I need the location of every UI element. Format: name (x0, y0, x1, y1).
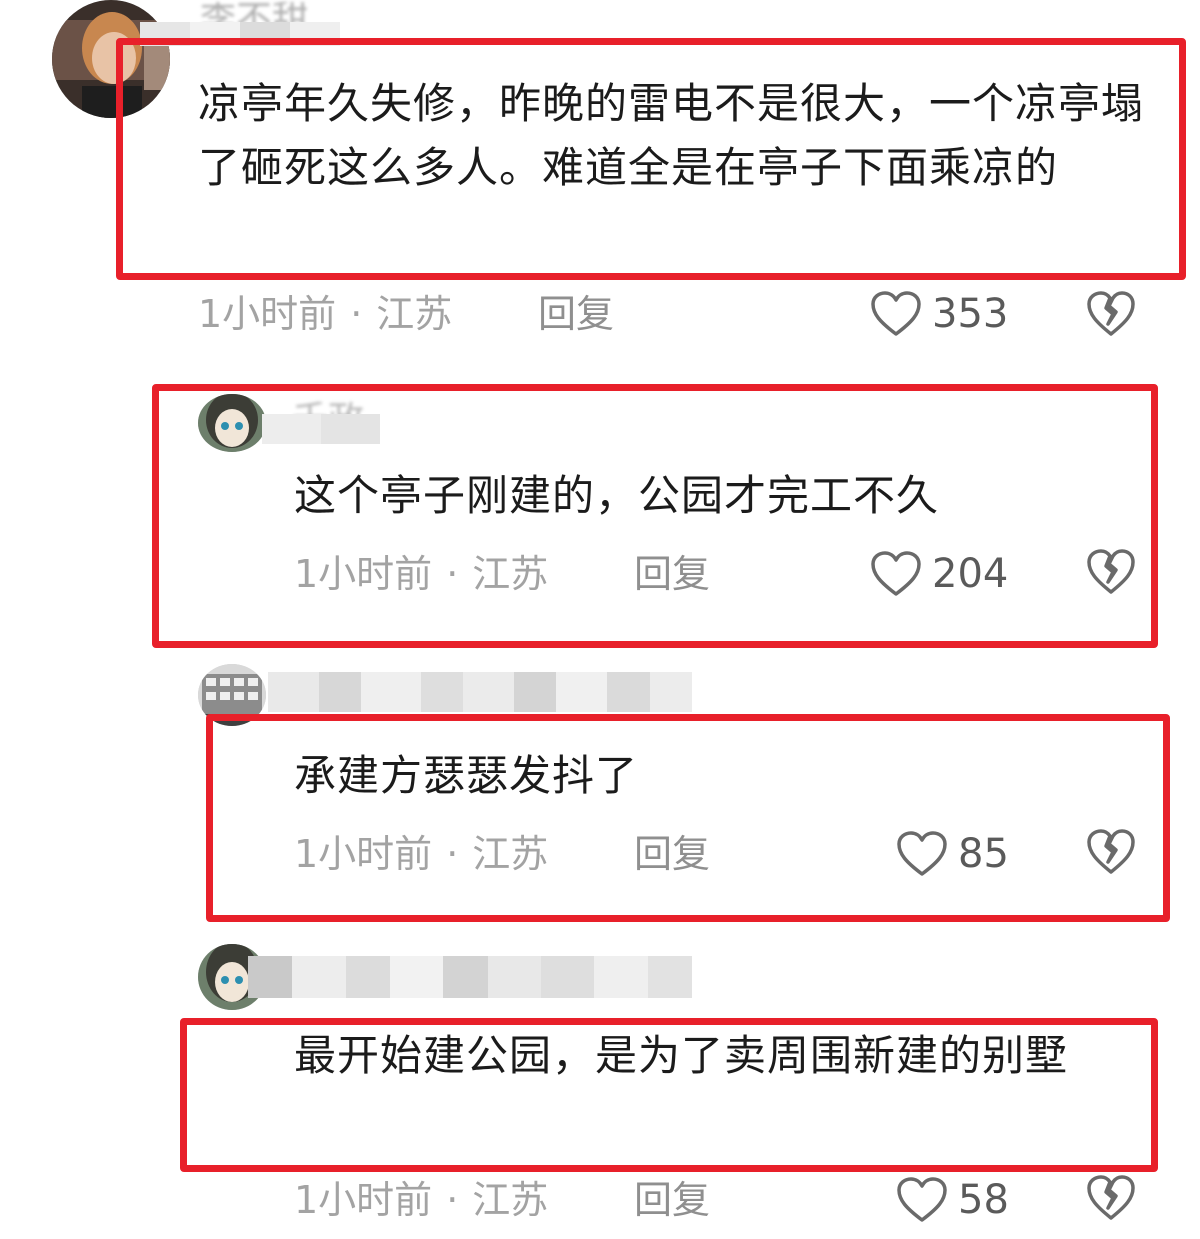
heart-outline-icon (871, 551, 921, 596)
reply-button[interactable]: 回复 (634, 1178, 710, 1222)
dislike-button[interactable] (1086, 548, 1136, 596)
broken-heart-icon (1087, 829, 1135, 874)
comment-time: 1小时前 (294, 832, 433, 876)
meta-separator: · (446, 832, 459, 876)
reply-button[interactable]: 回复 (634, 552, 710, 596)
comment-location: 江苏 (472, 552, 549, 596)
broken-heart-icon (1087, 1175, 1135, 1220)
comment-text: 承建方瑟瑟发抖了 (294, 751, 639, 800)
meta-separator: · (350, 292, 363, 336)
avatar[interactable] (198, 394, 266, 452)
like-count: 58 (958, 1177, 1009, 1223)
comment-location: 江苏 (472, 1178, 549, 1222)
like-button[interactable]: 58 (896, 1176, 1009, 1224)
like-count: 204 (932, 551, 1009, 597)
reply-button[interactable]: 回复 (538, 292, 614, 336)
like-count: 353 (932, 291, 1009, 337)
username-mosaic (262, 414, 380, 444)
dislike-button[interactable] (1086, 828, 1136, 876)
comment-time: 1小时前 (198, 292, 337, 336)
avatar[interactable] (52, 0, 170, 118)
comment-time: 1小时前 (294, 1178, 433, 1222)
meta-separator: · (446, 552, 459, 596)
broken-heart-icon (1087, 291, 1135, 336)
comment-text: 最开始建公园，是为了卖周围新建的别墅 (294, 1031, 1069, 1080)
comment-text: 这个亭子刚建的，公园才完工不久 (294, 471, 940, 520)
like-button[interactable]: 204 (870, 550, 1008, 598)
username-mosaic (248, 956, 692, 998)
avatar[interactable] (198, 664, 266, 726)
dislike-button[interactable] (1086, 1174, 1136, 1222)
heart-outline-icon (897, 831, 947, 876)
building-avatar-icon (198, 664, 266, 726)
reply-button[interactable]: 回复 (634, 832, 710, 876)
dislike-button[interactable] (1086, 290, 1136, 338)
comment-meta: 1小时前 · 江苏 (294, 552, 548, 596)
user-avatar-photo-icon (52, 0, 170, 118)
like-count: 85 (958, 831, 1009, 877)
comment-location: 江苏 (472, 832, 549, 876)
anime-girl-avatar-icon (198, 394, 266, 452)
meta-separator: · (446, 1178, 459, 1222)
comment-location: 江苏 (376, 292, 453, 336)
heart-outline-icon (897, 1177, 947, 1222)
comment-meta: 1小时前 · 江苏 (294, 1178, 548, 1222)
broken-heart-icon (1087, 549, 1135, 594)
comment-meta: 1小时前 · 江苏 (294, 832, 548, 876)
username-mosaic (140, 22, 340, 46)
comment-time: 1小时前 (294, 552, 433, 596)
heart-outline-icon (871, 291, 921, 336)
username-mosaic (268, 672, 692, 712)
comment-meta: 1小时前 · 江苏 (198, 292, 452, 336)
comment-text: 凉亭年久失修，昨晚的雷电不是很大，一个凉亭塌了砸死这么多人。难道全是在亭子下面乘… (198, 79, 1145, 192)
like-button[interactable]: 353 (870, 290, 1008, 338)
like-button[interactable]: 85 (896, 830, 1009, 878)
